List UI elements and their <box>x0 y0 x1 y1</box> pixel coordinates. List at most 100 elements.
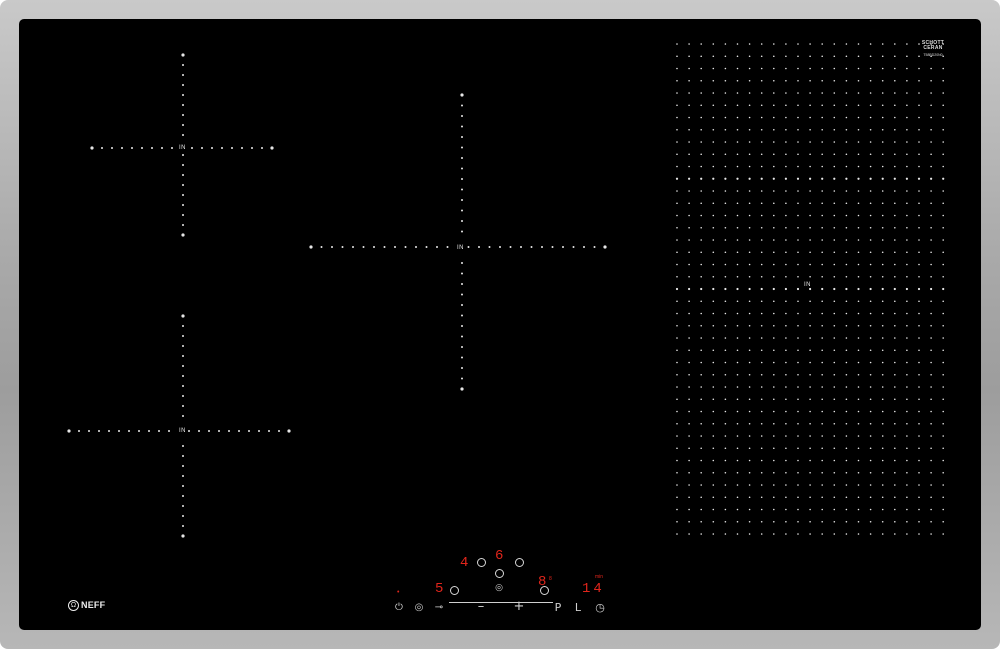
flex-zone-grid-dot <box>809 55 811 58</box>
zone-front-left-marking-dot <box>258 430 260 432</box>
zone-select-rear-button[interactable] <box>515 558 524 567</box>
flex-zone-grid-dot <box>700 471 702 474</box>
flex-zone-grid-dot <box>736 214 739 217</box>
flex-zone-grid-dot <box>918 79 920 82</box>
flex-zone-grid-dot <box>712 141 715 143</box>
flex-zone-grid-dot <box>809 398 811 401</box>
zone-front-left-marking-dot <box>168 430 170 432</box>
flex-zone-grid-dot <box>942 471 944 474</box>
flex-zone-grid-dot <box>700 508 702 511</box>
flex-zone-grid-dot <box>809 447 811 450</box>
flex-zone-grid-dot <box>784 177 788 180</box>
flex-zone-grid-dot <box>881 251 884 254</box>
timer-button[interactable]: ◷ <box>593 601 607 615</box>
flex-zone-grid-dot <box>773 153 775 156</box>
zone-select-front-button[interactable] <box>450 586 459 595</box>
cleaning-icon[interactable]: ◎ <box>493 583 505 595</box>
flex-zone-grid-dot <box>748 410 751 413</box>
flex-zone-grid-dot <box>760 435 763 437</box>
flex-zone-grid-dot <box>845 104 848 107</box>
flex-zone-grid-dot <box>833 92 836 94</box>
zone-center-marking-dot <box>520 246 522 248</box>
flex-zone-grid-dot <box>821 373 823 376</box>
flex-zone-grid-dot <box>797 300 799 303</box>
zone-rear-left-marking-dot <box>182 84 184 86</box>
flex-zone-grid-dot <box>797 386 799 388</box>
flex-zone-grid-dot <box>736 275 739 278</box>
flex-zone-grid-dot <box>942 177 945 180</box>
zone-select-right-button[interactable] <box>540 586 549 595</box>
slider-bar[interactable] <box>449 602 553 603</box>
flex-zone-grid-dot <box>712 422 715 425</box>
flex-zone-grid-dot <box>736 533 739 535</box>
flex-zone-grid-dot <box>785 128 787 131</box>
flex-zone-grid-dot <box>942 337 944 339</box>
flex-zone-grid-dot <box>796 177 800 180</box>
flex-zone-grid-dot <box>809 471 811 474</box>
flex-zone-grid-dot <box>724 141 727 143</box>
powerboost-button[interactable]: P <box>552 601 564 615</box>
flex-zone-grid-dot <box>676 410 678 413</box>
flex-zone-grid-dot <box>881 177 884 180</box>
flex-zone-grid-dot <box>760 312 763 315</box>
indicator-dot: • <box>397 589 400 596</box>
zone-front-left-marking-dot <box>188 430 190 432</box>
flex-zone-grid-dot <box>918 239 920 241</box>
flex-zone-grid-dot <box>797 373 799 376</box>
flex-zone-grid-dot <box>881 447 884 450</box>
flex-zone-grid-dot <box>676 520 678 523</box>
flex-zone-grid-dot <box>918 300 920 303</box>
flex-zone-grid-dot <box>748 361 751 364</box>
flex-zone-grid-dot <box>833 312 836 315</box>
flex-zone-grid-dot <box>869 67 872 70</box>
zone-center-marking-dot <box>478 246 480 248</box>
flex-zone-grid-dot <box>809 79 811 82</box>
keep-warm-button[interactable]: ⊸ <box>432 602 446 616</box>
flex-zone-grid-dot <box>736 398 739 401</box>
flex-zone-grid-dot <box>833 43 836 45</box>
flex-zone-grid-dot <box>773 398 775 401</box>
flex-zone-grid-dot <box>894 312 896 315</box>
flex-zone-grid-dot <box>712 361 715 364</box>
flex-zone-grid-dot <box>821 484 823 486</box>
flex-zone-grid-dot <box>881 496 884 499</box>
flex-zone-button[interactable]: L <box>572 601 584 615</box>
frying-sensor-button[interactable]: ◎ <box>412 602 426 616</box>
flex-zone-grid-dot <box>773 435 775 437</box>
flex-zone-grid-dot <box>700 398 702 401</box>
minus-button[interactable]: – <box>474 599 488 615</box>
flex-zone-grid-dot <box>906 92 908 94</box>
flex-zone-grid-dot <box>724 214 727 217</box>
flex-zone-grid-dot <box>918 459 920 462</box>
flex-zone-grid-dot <box>724 459 727 462</box>
flex-zone-grid-dot <box>833 104 836 107</box>
flex-zone-grid-dot <box>797 214 799 217</box>
plus-button[interactable]: + <box>512 599 526 615</box>
flex-zone-grid-dot <box>748 43 751 45</box>
zone-label-flex-right: IN <box>804 282 811 288</box>
flex-zone-grid-dot <box>906 386 908 388</box>
flex-zone-grid-dot <box>906 520 908 523</box>
flex-zone-grid-dot <box>906 190 908 192</box>
flex-zone-grid-dot <box>918 153 920 156</box>
zone-rear-left-marking-dot <box>182 154 184 156</box>
flex-zone-grid-dot <box>905 177 909 180</box>
flex-zone-grid-dot <box>869 92 872 94</box>
flex-zone-grid-dot <box>869 337 872 339</box>
flex-zone-grid-dot <box>821 263 823 266</box>
zone-select-center-button[interactable] <box>495 569 504 578</box>
flex-zone-grid-dot <box>688 275 690 278</box>
flex-zone-grid-dot <box>773 312 775 315</box>
flex-zone-grid-dot <box>736 471 739 474</box>
flex-zone-grid-dot <box>881 128 884 131</box>
zone-center-marking-dot <box>460 93 464 97</box>
flex-zone-grid-dot <box>930 349 932 352</box>
flex-zone-grid-dot <box>797 239 799 241</box>
zone-select-left-button[interactable] <box>477 558 486 567</box>
flex-zone-grid-dot <box>881 92 884 94</box>
zone-center-marking-dot <box>461 314 463 317</box>
flex-zone-grid-dot <box>845 496 848 499</box>
flex-zone-grid-dot <box>857 177 860 180</box>
flex-zone-grid-dot <box>688 165 690 168</box>
power-button[interactable]: ⏻ <box>392 602 406 616</box>
